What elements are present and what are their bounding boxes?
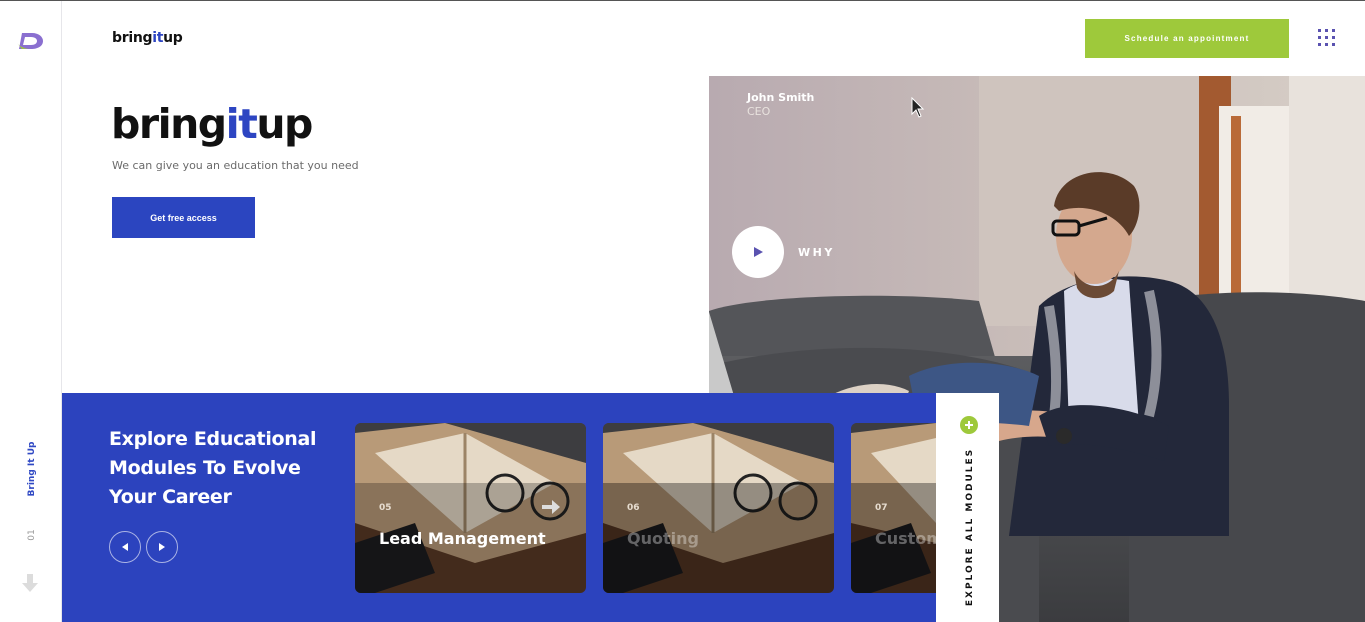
brand-suffix: up bbox=[163, 30, 183, 46]
hero-brand-title: bringitup bbox=[111, 100, 313, 148]
chevron-right-icon bbox=[159, 543, 165, 551]
person-name: John Smith bbox=[747, 91, 815, 104]
hero-brand-suffix: up bbox=[256, 100, 313, 148]
grid-menu-icon[interactable] bbox=[1318, 29, 1336, 47]
sidebar-label-text: Bring It Up bbox=[27, 441, 37, 496]
chevron-left-icon bbox=[122, 543, 128, 551]
play-icon bbox=[754, 247, 763, 257]
sidebar-vertical-label: Bring It Up bbox=[22, 441, 42, 496]
play-button[interactable] bbox=[732, 226, 784, 278]
person-role: CEO bbox=[747, 105, 771, 118]
explore-all-modules-link[interactable]: EXPLORE ALL MODULES bbox=[960, 448, 980, 606]
slide-number-text: 01 bbox=[27, 529, 37, 541]
module-card[interactable]: 06 Quoting bbox=[603, 423, 834, 593]
get-free-access-button[interactable]: Get free access bbox=[112, 197, 255, 238]
brand-prefix: bring bbox=[112, 30, 153, 46]
arrow-down-icon[interactable] bbox=[21, 573, 39, 593]
module-card[interactable]: 07 Custom Loan Ex bbox=[851, 423, 936, 593]
header-brand-logo[interactable]: bringitup bbox=[112, 30, 183, 46]
module-title: Lead Management bbox=[379, 529, 546, 548]
hero-brand-prefix: bring bbox=[111, 100, 227, 148]
bringitup-logo-icon[interactable] bbox=[16, 31, 44, 51]
explore-all-label: EXPLORE ALL MODULES bbox=[965, 447, 975, 607]
module-title: Quoting bbox=[627, 529, 699, 548]
slide-number: 01 bbox=[22, 525, 42, 545]
module-title: Custom Loan Ex bbox=[875, 529, 936, 548]
hero-brand-accent: it bbox=[225, 100, 258, 148]
top-border bbox=[0, 0, 1365, 1]
module-card[interactable]: 05 Lead Management bbox=[355, 423, 586, 593]
module-number: 07 bbox=[875, 503, 888, 513]
plus-icon[interactable] bbox=[960, 416, 978, 434]
modules-prev-button[interactable] bbox=[109, 531, 141, 563]
arrow-right-icon[interactable] bbox=[541, 499, 561, 515]
left-sidebar: Bring It Up 01 bbox=[0, 1, 62, 622]
module-number: 05 bbox=[379, 503, 392, 513]
hero-tagline: We can give you an education that you ne… bbox=[112, 159, 359, 172]
modules-next-button[interactable] bbox=[146, 531, 178, 563]
modules-title: Explore Educational Modules To Evolve Yo… bbox=[109, 428, 317, 508]
play-why-label[interactable]: WHY bbox=[798, 246, 835, 259]
mouse-cursor-icon bbox=[911, 97, 925, 118]
module-number: 06 bbox=[627, 503, 640, 513]
brand-accent: it bbox=[152, 30, 164, 46]
schedule-appointment-button[interactable]: Schedule an appointment bbox=[1085, 19, 1289, 58]
